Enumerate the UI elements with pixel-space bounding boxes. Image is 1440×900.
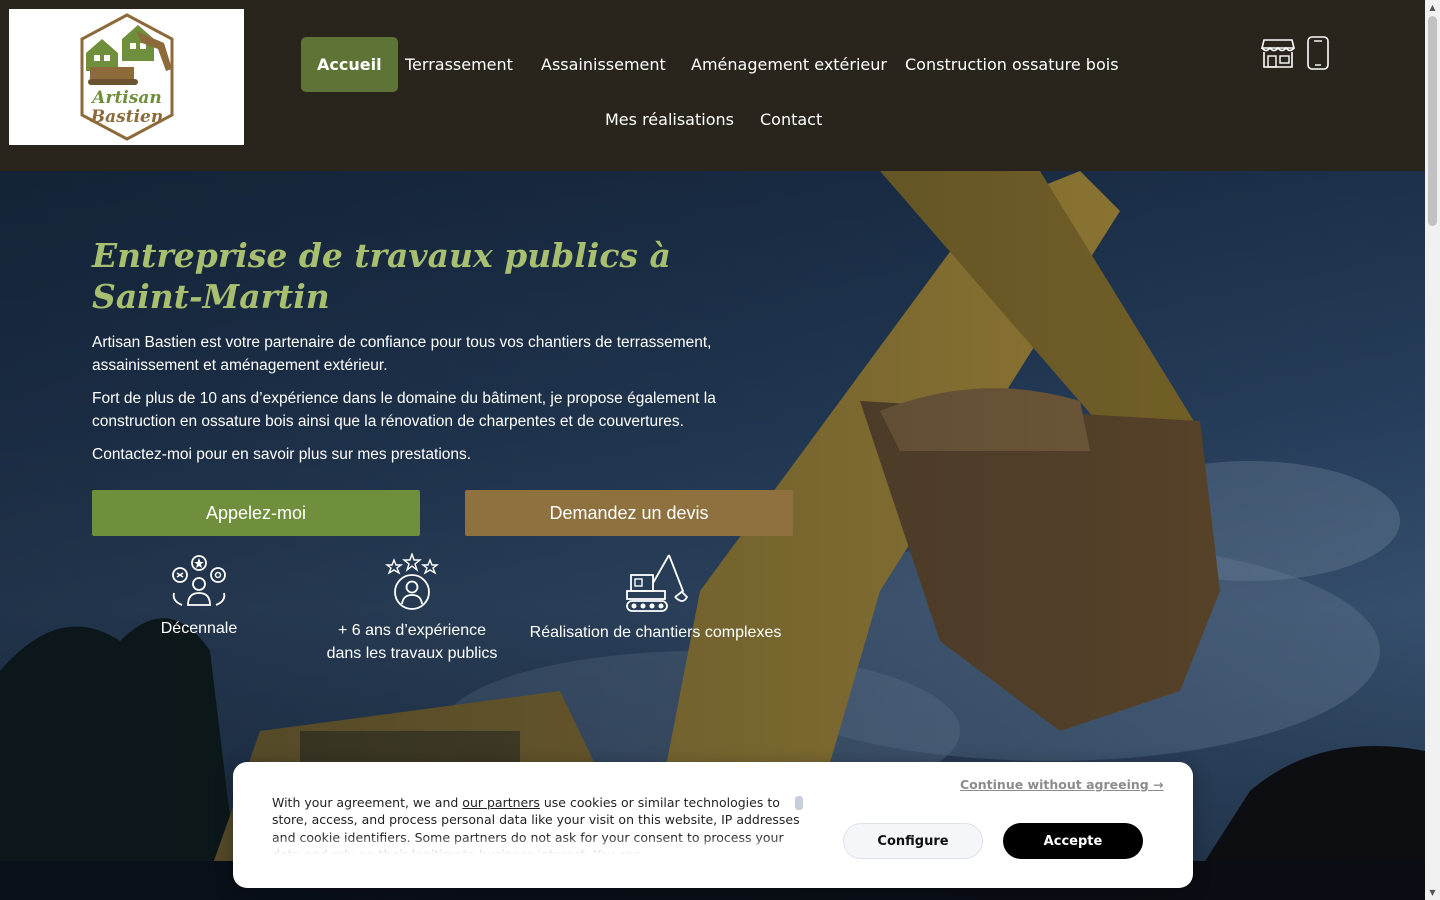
- nav-accueil[interactable]: Accueil: [301, 37, 398, 92]
- page-scrollbar[interactable]: ▲ ▼: [1425, 0, 1440, 900]
- hero-title: Entreprise de travaux publics à Saint-Ma…: [92, 236, 671, 316]
- feature-label: Réalisation de chantiers complexes: [529, 624, 782, 641]
- scroll-up-arrow-icon[interactable]: ▲: [1428, 3, 1437, 12]
- our-partners-link[interactable]: our partners: [462, 795, 540, 810]
- nav-mes-realisations[interactable]: Mes réalisations: [589, 92, 750, 147]
- storefront-icon[interactable]: [1261, 36, 1295, 70]
- site-header: Artisan Bastien Accueil Terrassement Ass…: [0, 0, 1425, 171]
- accept-button[interactable]: Accepte: [1003, 823, 1143, 859]
- call-me-button[interactable]: Appelez-moi: [92, 490, 420, 536]
- cookie-text[interactable]: With your agreement, we and our partners…: [272, 794, 802, 854]
- hero-paragraph-2: Fort de plus de 10 ans d’expérience dans…: [92, 390, 716, 430]
- scroll-down-arrow-icon[interactable]: ▼: [1428, 888, 1437, 897]
- continue-without-agreeing-link[interactable]: Continue without agreeing →: [960, 777, 1164, 792]
- cookie-text-scrollbar[interactable]: [795, 796, 803, 810]
- mobile-phone-icon[interactable]: [1301, 36, 1335, 70]
- logo-text-line2: Bastien: [89, 107, 162, 127]
- hero-paragraph-1: Artisan Bastien est votre partenaire de …: [92, 334, 712, 374]
- hero-paragraph-3: Contactez-moi pour en savoir plus sur me…: [92, 446, 472, 463]
- cookie-consent-banner: Continue without agreeing → With your ag…: [233, 762, 1193, 888]
- cookie-text-intro: With your agreement, we and: [272, 795, 463, 810]
- nav-terrassement[interactable]: Terrassement: [389, 37, 529, 92]
- nav-amenagement-exterieur[interactable]: Aménagement extérieur: [675, 37, 903, 92]
- logo[interactable]: Artisan Bastien: [9, 9, 244, 145]
- configure-button[interactable]: Configure: [843, 823, 983, 859]
- nav-assainissement[interactable]: Assainissement: [525, 37, 682, 92]
- team-gear-icon: [172, 555, 226, 606]
- nav-construction-ossature-bois[interactable]: Construction ossature bois: [889, 37, 1135, 92]
- logo-emblem: Artisan Bastien: [80, 13, 173, 141]
- scrollbar-thumb[interactable]: [1428, 16, 1437, 226]
- nav-contact[interactable]: Contact: [744, 92, 838, 147]
- excavator-icon: [625, 554, 688, 612]
- logo-text-line1: Artisan: [90, 88, 161, 108]
- feature-experience: + 6 ans d’expérience dans les travaux pu…: [322, 553, 502, 665]
- feature-complex-projects: Réalisation de chantiers complexes: [518, 553, 793, 644]
- feature-decennale: Décennale: [129, 553, 269, 640]
- feature-label: Décennale: [160, 620, 238, 637]
- star-person-icon: [384, 553, 440, 610]
- feature-label: + 6 ans d’expérience dans les travaux pu…: [326, 622, 498, 662]
- request-quote-button[interactable]: Demandez un devis: [465, 490, 793, 536]
